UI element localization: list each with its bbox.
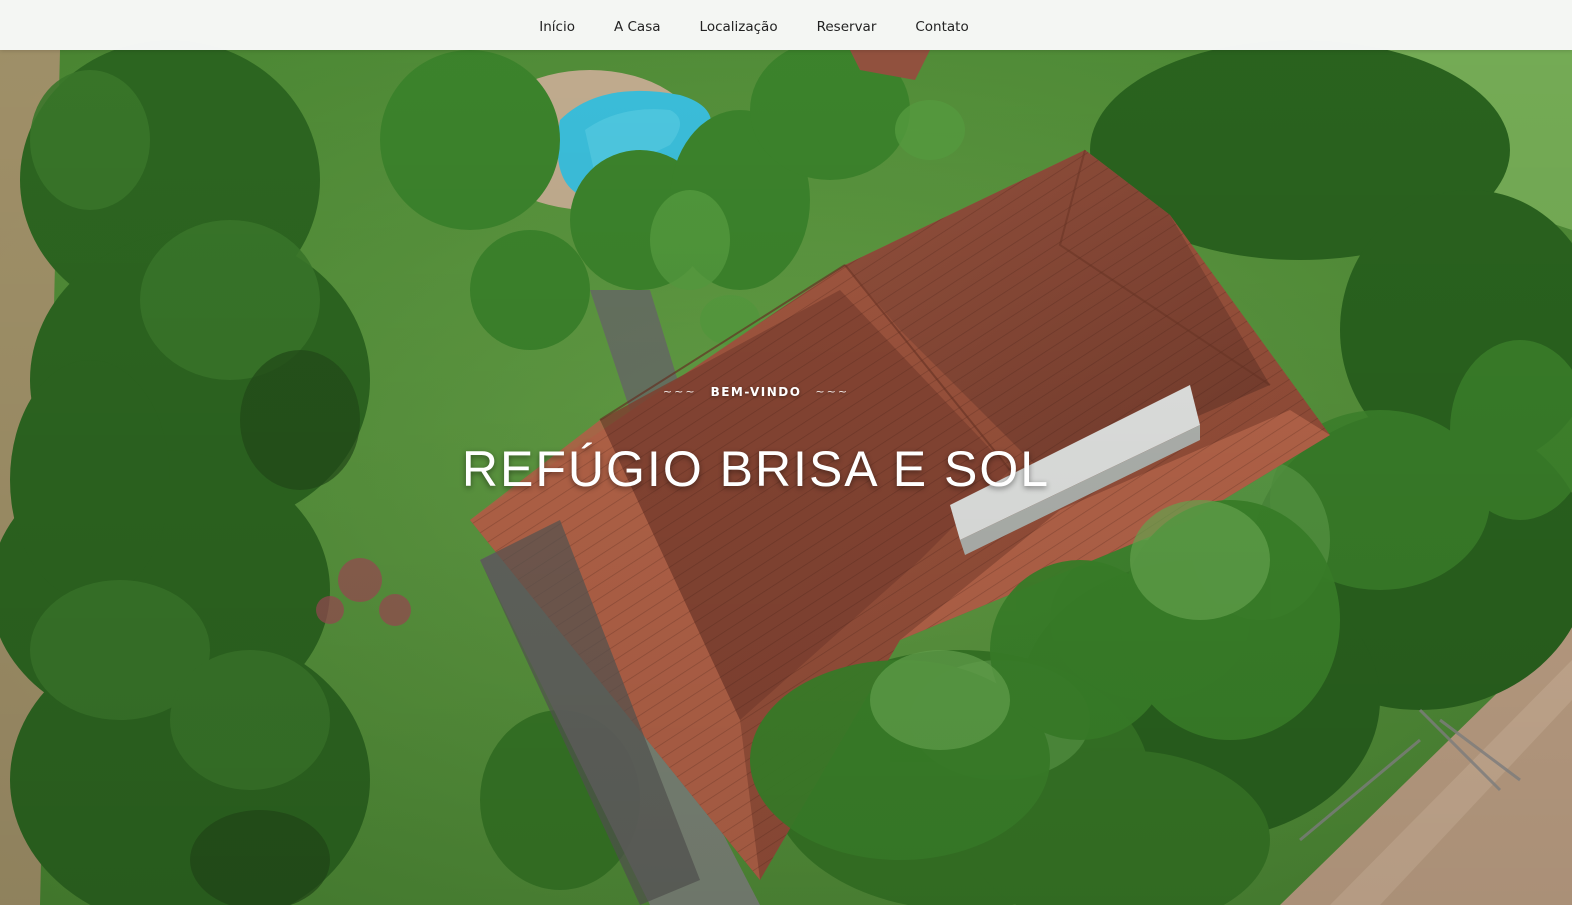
hero-eyebrow-label: BEM-VINDO bbox=[710, 384, 802, 399]
nav-menu: Início A Casa Localização Reservar Conta… bbox=[0, 0, 1508, 50]
nav-item-contato: Contato bbox=[896, 16, 988, 35]
wave-ornament-left: ~~~ bbox=[662, 385, 697, 398]
nav-link-inicio[interactable]: Início bbox=[520, 19, 595, 35]
page: Início A Casa Localização Reservar Conta… bbox=[0, 0, 1572, 905]
nav-item-inicio: Início bbox=[520, 16, 595, 35]
nav-item-localizacao: Localização bbox=[680, 16, 797, 35]
nav-link-localizacao[interactable]: Localização bbox=[680, 19, 797, 35]
hero-text-block: ~~~ BEM-VINDO ~~~ REFÚGIO BRISA E SOL bbox=[0, 380, 1512, 497]
nav-item-reservar: Reservar bbox=[797, 16, 896, 35]
nav-link-reservar[interactable]: Reservar bbox=[797, 19, 896, 35]
top-navbar: Início A Casa Localização Reservar Conta… bbox=[0, 0, 1572, 50]
hero-eyebrow: ~~~ BEM-VINDO ~~~ bbox=[663, 385, 849, 399]
wave-ornament-right: ~~~ bbox=[815, 385, 850, 398]
nav-link-a-casa[interactable]: A Casa bbox=[594, 19, 680, 35]
nav-item-a-casa: A Casa bbox=[594, 16, 680, 35]
hero-title: REFÚGIO BRISA E SOL bbox=[461, 441, 1051, 497]
nav-link-contato[interactable]: Contato bbox=[896, 19, 988, 35]
